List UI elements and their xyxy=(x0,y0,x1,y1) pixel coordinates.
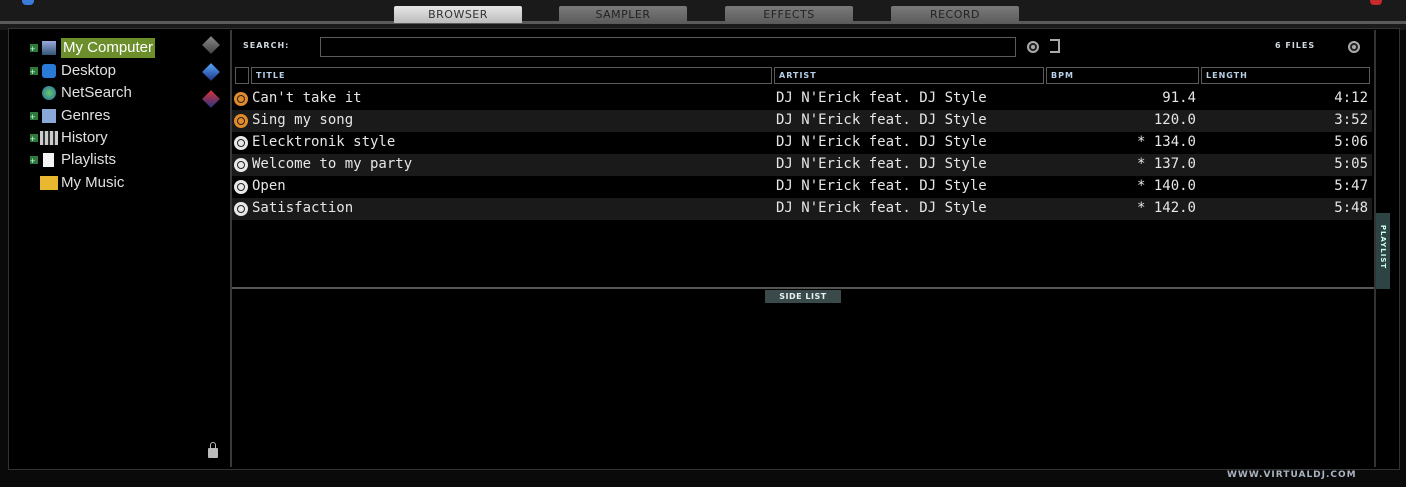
folder-icon xyxy=(40,176,58,190)
tab-browser[interactable]: BROWSER xyxy=(394,6,522,23)
tab-sampler[interactable]: SAMPLER xyxy=(559,6,687,23)
table-row[interactable]: Can't take it DJ N'Erick feat. DJ Style … xyxy=(232,88,1372,110)
track-length: 4:12 xyxy=(1334,90,1368,106)
track-bpm: 120.0 xyxy=(1153,112,1196,128)
track-artist: DJ N'Erick feat. DJ Style xyxy=(776,90,987,106)
track-artist: DJ N'Erick feat. DJ Style xyxy=(776,200,987,216)
expand-icon[interactable] xyxy=(30,129,38,149)
corner-red-indicator xyxy=(1370,0,1382,5)
track-bpm: * 134.0 xyxy=(1136,134,1196,150)
track-title: Sing my song xyxy=(252,112,354,128)
column-header-artist[interactable]: ARTIST xyxy=(774,67,1044,84)
table-row[interactable]: Satisfaction DJ N'Erick feat. DJ Style *… xyxy=(232,198,1372,220)
track-status-icon xyxy=(234,158,248,172)
track-title: Can't take it xyxy=(252,90,362,106)
track-bpm: 91.4 xyxy=(1162,90,1196,106)
select-all-checkbox[interactable] xyxy=(235,67,249,84)
genres-icon xyxy=(42,109,56,123)
track-title: Welcome to my party xyxy=(252,156,413,172)
sidebar-item-label: History xyxy=(61,129,108,146)
expand-icon[interactable] xyxy=(30,39,38,59)
files-options-icon[interactable] xyxy=(1348,41,1360,53)
track-artist: DJ N'Erick feat. DJ Style xyxy=(776,156,987,172)
track-artist: DJ N'Erick feat. DJ Style xyxy=(776,178,987,194)
tab-record[interactable]: RECORD xyxy=(891,6,1019,23)
playlist-tab[interactable]: PLAYLIST xyxy=(1376,213,1390,289)
table-row[interactable]: Sing my song DJ N'Erick feat. DJ Style 1… xyxy=(232,110,1372,132)
track-artist: DJ N'Erick feat. DJ Style xyxy=(776,134,987,150)
tab-bar-underline xyxy=(0,21,1406,24)
sidebar-item-label: My Computer xyxy=(61,38,156,58)
track-bpm: * 140.0 xyxy=(1136,178,1196,194)
track-artist: DJ N'Erick feat. DJ Style xyxy=(776,112,987,128)
track-length: 5:48 xyxy=(1334,200,1368,216)
track-status-icon xyxy=(234,180,248,194)
table-row[interactable]: Open DJ N'Erick feat. DJ Style * 140.0 5… xyxy=(232,176,1372,198)
desktop-icon xyxy=(42,64,56,78)
sidebar-item-label: Desktop xyxy=(61,62,117,79)
track-bpm: * 142.0 xyxy=(1136,200,1196,216)
refresh-icon[interactable] xyxy=(1050,39,1060,53)
track-length: 3:52 xyxy=(1334,112,1368,128)
expand-icon[interactable] xyxy=(30,62,38,82)
expand-icon[interactable] xyxy=(30,107,38,127)
sidebar-item-label: Playlists xyxy=(61,151,117,168)
playlist-icon xyxy=(43,153,54,167)
table-row[interactable]: Welcome to my party DJ N'Erick feat. DJ … xyxy=(232,154,1372,176)
track-title: Open xyxy=(252,178,286,194)
history-icon xyxy=(40,131,58,145)
track-bpm: * 137.0 xyxy=(1136,156,1196,172)
track-status-icon xyxy=(234,92,248,106)
corner-blue-indicator xyxy=(22,0,34,5)
track-status-icon xyxy=(234,114,248,128)
search-label: SEARCH: xyxy=(243,41,290,50)
track-title: Satisfaction xyxy=(252,200,354,216)
globe-icon xyxy=(42,86,56,100)
playlist-tab-label: PLAYLIST xyxy=(1379,224,1387,270)
search-options-icon[interactable] xyxy=(1027,41,1039,53)
track-status-icon xyxy=(234,202,248,216)
footer-url: WWW.VIRTUALDJ.COM xyxy=(1227,470,1357,480)
table-row[interactable]: Elecktronik style DJ N'Erick feat. DJ St… xyxy=(232,132,1372,154)
column-header-title[interactable]: TITLE xyxy=(251,67,772,84)
tab-effects[interactable]: EFFECTS xyxy=(725,6,853,23)
track-status-icon xyxy=(234,136,248,150)
side-list-button[interactable]: SIDE LIST xyxy=(765,290,841,303)
column-header-bpm[interactable]: BPM xyxy=(1046,67,1199,84)
sidebar-item-label: Genres xyxy=(61,107,111,124)
expand-icon[interactable] xyxy=(30,151,38,171)
track-length: 5:06 xyxy=(1334,134,1368,150)
column-header-length[interactable]: LENGTH xyxy=(1201,67,1370,84)
lock-icon[interactable] xyxy=(208,442,218,458)
sidebar-item-label: My Music xyxy=(61,174,125,191)
top-tab-bar xyxy=(0,0,1406,30)
files-count: 6 FILES xyxy=(1275,41,1316,50)
track-length: 5:05 xyxy=(1334,156,1368,172)
track-length: 5:47 xyxy=(1334,178,1368,194)
track-title: Elecktronik style xyxy=(252,134,396,150)
search-input[interactable] xyxy=(320,37,1016,57)
computer-icon xyxy=(42,41,56,55)
side-list-splitter[interactable] xyxy=(232,287,1376,289)
sidebar-item-label: NetSearch xyxy=(61,84,132,101)
